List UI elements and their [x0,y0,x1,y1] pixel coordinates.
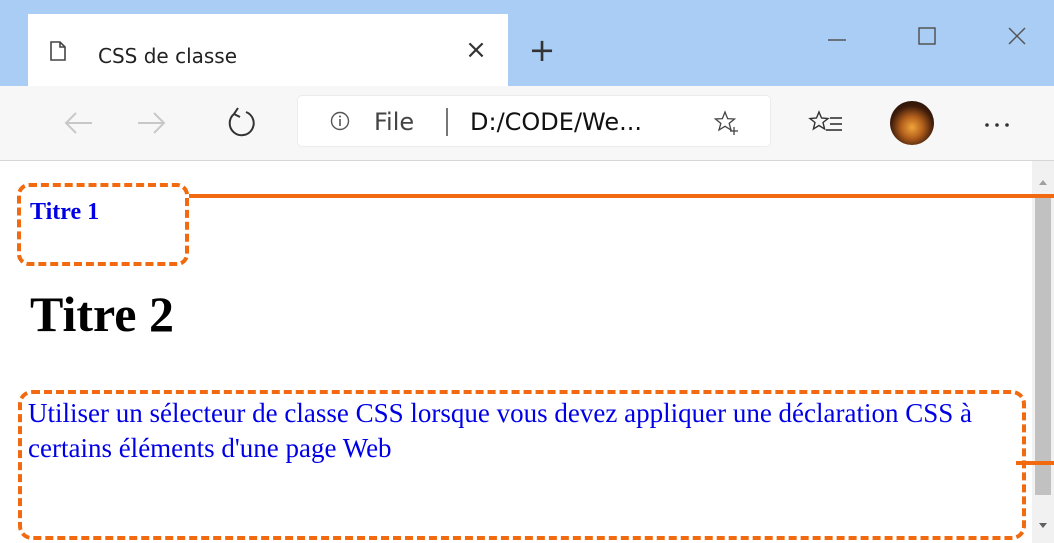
tab-strip: CSS de classe × + [0,0,1054,86]
address-url[interactable]: D:/CODE/We... [470,108,642,136]
minimize-icon[interactable] [810,14,864,58]
annotation-box-paragraph [18,390,1026,540]
favorites-list-icon[interactable] [804,100,850,146]
close-tab-icon[interactable]: × [462,36,490,64]
tab-title: CSS de classe [98,44,238,68]
back-arrow-icon[interactable] [56,100,102,146]
annotation-leader-line-2 [1016,461,1054,465]
forward-arrow-icon[interactable] [128,100,174,146]
scroll-down-arrow-icon[interactable] [1032,515,1054,537]
info-icon[interactable] [330,111,350,131]
maximize-icon[interactable] [900,14,954,58]
annotation-box-titre-1 [17,183,189,266]
star-plus-icon[interactable] [714,110,740,136]
new-tab-button[interactable]: + [528,34,556,66]
heading-titre-2: Titre 2 [30,286,174,342]
scroll-up-arrow-icon[interactable] [1032,171,1054,193]
profile-avatar[interactable] [890,101,934,145]
address-bar[interactable]: File D:/CODE/We... [298,96,770,146]
browser-toolbar: File D:/CODE/We... [0,86,1054,161]
refresh-icon[interactable] [218,100,264,146]
close-window-icon[interactable] [990,14,1044,58]
address-separator [446,108,448,136]
scroll-thumb[interactable] [1035,195,1051,495]
ellipsis-icon[interactable] [974,100,1020,146]
tab-css-de-classe[interactable]: CSS de classe × [28,14,508,86]
document-icon [50,41,66,61]
vertical-scrollbar[interactable] [1032,161,1054,543]
annotation-leader-line-1 [189,194,1054,198]
address-file-label: File [374,108,415,136]
